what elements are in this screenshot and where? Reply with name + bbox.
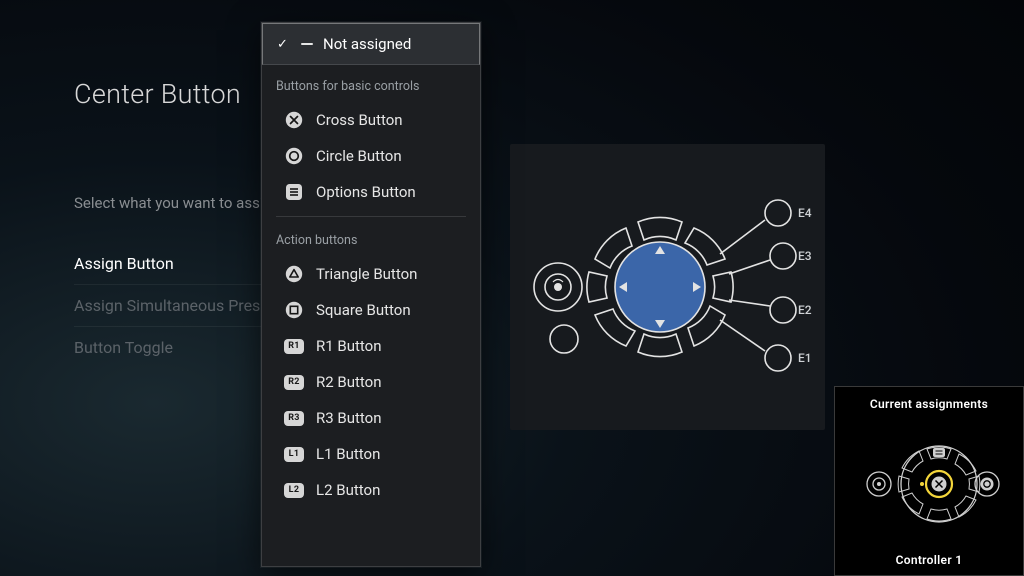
dropdown-group-action-title: Action buttons <box>262 219 480 256</box>
dropdown-selected-label: Not assigned <box>323 35 411 53</box>
expansion-label-e4: E4 <box>798 206 812 220</box>
current-assignments-panel: Current assignments <box>834 386 1024 576</box>
r1-icon: R1 <box>284 336 304 356</box>
expansion-label-e1: E1 <box>798 351 812 365</box>
controller-diagram <box>510 144 825 430</box>
dropdown-item-circle[interactable]: Circle Button <box>262 138 480 174</box>
expansion-label-e3: E3 <box>798 249 812 263</box>
current-assignments-footer: Controller 1 <box>896 553 963 567</box>
dropdown-item-cross[interactable]: Cross Button <box>262 102 480 138</box>
dropdown-item-r2[interactable]: R2 R2 Button <box>262 364 480 400</box>
dropdown-selected-row[interactable]: ✓ Not assigned <box>262 23 480 65</box>
l2-icon: L2 <box>284 480 304 500</box>
dropdown-item-options[interactable]: Options Button <box>262 174 480 210</box>
dropdown-item-triangle[interactable]: Triangle Button <box>262 256 480 292</box>
controller-diagram-panel: E4 E3 E2 E1 <box>510 144 825 430</box>
check-icon: ✓ <box>277 37 291 52</box>
dropdown-item-r3[interactable]: R3 R3 Button <box>262 400 480 436</box>
dropdown-item-r1[interactable]: R1 R1 Button <box>262 328 480 364</box>
dropdown-item-l1[interactable]: L1 L1 Button <box>262 436 480 472</box>
r2-icon: R2 <box>284 372 304 392</box>
expansion-label-e2: E2 <box>798 303 812 317</box>
cross-icon <box>284 110 304 130</box>
mini-controller-diagram <box>849 415 1009 553</box>
dropdown-item-l2[interactable]: L2 L2 Button <box>262 472 480 508</box>
options-icon <box>284 182 304 202</box>
assignment-dropdown[interactable]: ✓ Not assigned Buttons for basic control… <box>261 22 481 567</box>
dropdown-item-square[interactable]: Square Button <box>262 292 480 328</box>
triangle-icon <box>284 264 304 284</box>
square-icon <box>284 300 304 320</box>
current-assignments-title: Current assignments <box>870 397 988 411</box>
r3-icon: R3 <box>284 408 304 428</box>
circle-icon <box>284 146 304 166</box>
dropdown-group-basic-title: Buttons for basic controls <box>262 65 480 102</box>
not-assigned-icon <box>301 43 313 45</box>
dropdown-separator <box>276 216 466 217</box>
l1-icon: L1 <box>284 444 304 464</box>
